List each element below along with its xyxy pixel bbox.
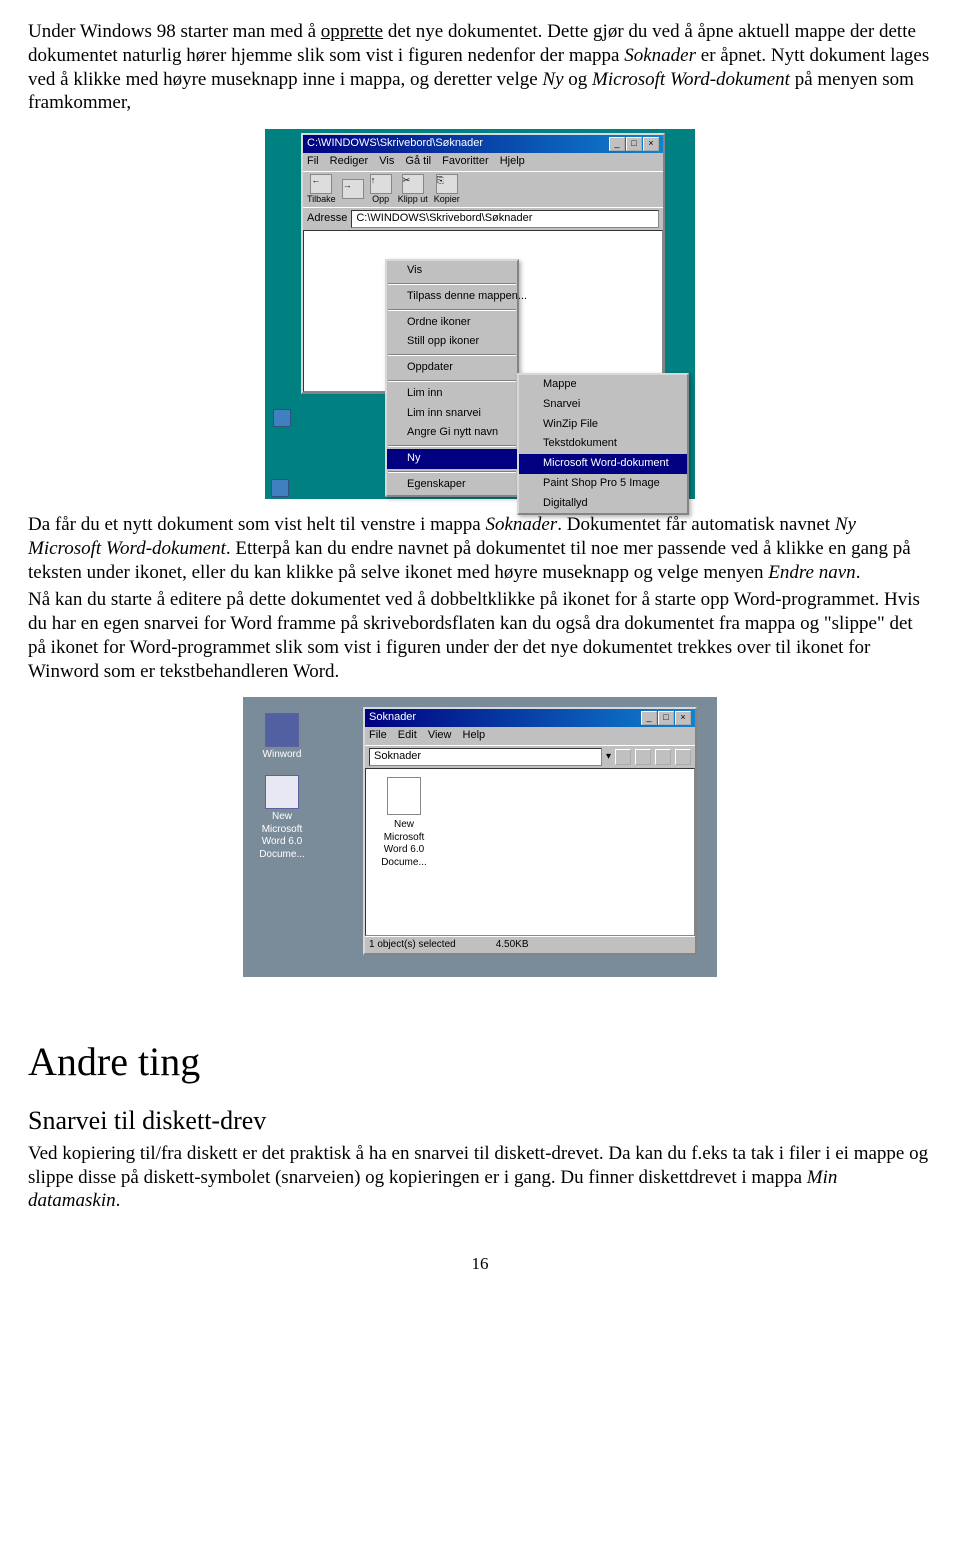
heading-snarvei: Snarvei til diskett-drev	[28, 1105, 932, 1138]
tool-icon	[615, 749, 631, 765]
underline-opprette: opprette	[321, 21, 383, 42]
titlebar: C:\WINDOWS\Skrivebord\Søknader _□×	[303, 135, 663, 153]
forward-button: →	[342, 179, 364, 199]
heading-andre-ting: Andre ting	[28, 1037, 932, 1087]
file-item: New Microsoft Word 6.0 Docume...	[374, 777, 434, 870]
ctx-vis: Vis	[387, 261, 517, 281]
paragraph-3: Nå kan du starte å editere på dette doku…	[28, 588, 932, 683]
address-bar-2: Soknader ▾	[365, 745, 695, 768]
cut-button: ✂Klipp ut	[398, 174, 428, 205]
figure-2: Winword New Microsoft Word 6.0 Docume...…	[243, 697, 717, 977]
new-submenu: Mappe Snarvei WinZip File Tekstdokument …	[517, 373, 689, 515]
tool-icon	[635, 749, 651, 765]
paragraph-1: Under Windows 98 starter man med å oppre…	[28, 20, 932, 115]
ctx-egenskaper: Egenskaper	[387, 475, 517, 495]
ctx-liminn: Lim inn	[387, 384, 517, 404]
ctx-still: Still opp ikoner	[387, 332, 517, 352]
paragraph-4: Ved kopiering til/fra diskett er det pra…	[28, 1142, 932, 1213]
sub-tekst: Tekstdokument	[519, 434, 687, 454]
back-button: ←Tilbake	[307, 174, 336, 205]
toolbar: ←Tilbake → ↑Opp ✂Klipp ut ⎘Kopier	[303, 171, 663, 207]
ctx-ny: Ny	[387, 449, 517, 469]
taskbar-icon	[271, 479, 289, 497]
sub-lyd: Digitallyd	[519, 494, 687, 514]
figure-1: C:\WINDOWS\Skrivebord\Søknader _□× Fil R…	[265, 129, 695, 499]
window-title: C:\WINDOWS\Skrivebord\Søknader	[307, 137, 483, 151]
paragraph-2: Da får du et nytt dokument som vist helt…	[28, 513, 932, 584]
sub-psp: Paint Shop Pro 5 Image	[519, 474, 687, 494]
desktop-icon	[273, 409, 291, 427]
new-doc-desktop-icon: New Microsoft Word 6.0 Docume...	[253, 775, 311, 861]
minimize-icon: _	[609, 137, 625, 151]
close-icon: ×	[643, 137, 659, 151]
folder-content-2: New Microsoft Word 6.0 Docume...	[365, 768, 695, 936]
context-menu: Vis Tilpass denne mappen... Ordne ikoner…	[385, 259, 519, 497]
minimize-icon: _	[641, 711, 657, 725]
sub-word: Microsoft Word-dokument	[519, 454, 687, 474]
statusbar: 1 object(s) selected 4.50KB	[365, 936, 695, 954]
tool-icon	[655, 749, 671, 765]
address-bar: Adresse C:\WINDOWS\Skrivebord\Søknader	[303, 207, 663, 230]
close-icon: ×	[675, 711, 691, 725]
window-buttons-2: _□×	[640, 711, 691, 725]
sub-mappe: Mappe	[519, 375, 687, 395]
maximize-icon: □	[626, 137, 642, 151]
menubar: Fil Rediger Vis Gå til Favoritter Hjelp	[303, 153, 663, 171]
ctx-ordne: Ordne ikoner	[387, 313, 517, 333]
ctx-tilpass: Tilpass denne mappen...	[387, 287, 517, 307]
ctx-oppdater: Oppdater	[387, 358, 517, 378]
folder-name: Soknader	[369, 748, 602, 766]
sub-snarvei: Snarvei	[519, 395, 687, 415]
tool-icon	[675, 749, 691, 765]
word-file-icon	[387, 777, 421, 815]
copy-button: ⎘Kopier	[434, 174, 460, 205]
address-input: C:\WINDOWS\Skrivebord\Søknader	[351, 210, 659, 228]
soknader-window: Soknader _□× File Edit View Help Soknade…	[363, 707, 697, 955]
menubar-2: File Edit View Help	[365, 727, 695, 745]
window-title-2: Soknader	[369, 711, 416, 725]
maximize-icon: □	[658, 711, 674, 725]
ctx-angre: Angre Gi nytt navn	[387, 423, 517, 443]
ctx-snarvei: Lim inn snarvei	[387, 404, 517, 424]
page-number: 16	[28, 1253, 932, 1274]
titlebar-2: Soknader _□×	[365, 709, 695, 727]
window-buttons: _□×	[608, 137, 659, 151]
winword-icon: Winword	[253, 713, 311, 762]
sub-winzip: WinZip File	[519, 415, 687, 435]
up-button: ↑Opp	[370, 174, 392, 205]
